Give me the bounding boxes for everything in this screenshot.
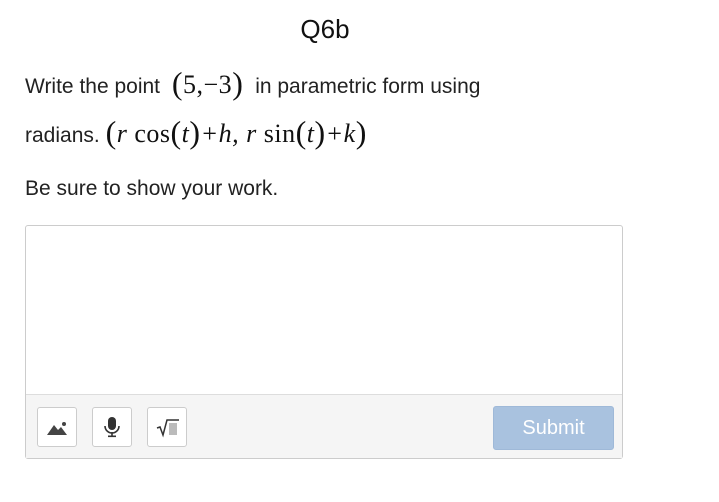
question-line-2: radians. (r cos(t)+h, r sin(t)+k): [25, 109, 665, 158]
question-suffix: in parametric form using: [255, 75, 481, 98]
formula-plus-k: +k: [325, 119, 356, 148]
record-audio-button[interactable]: [92, 407, 132, 447]
answer-input[interactable]: [26, 226, 622, 394]
answer-box: Submit: [25, 225, 623, 459]
formula-sin: sin: [263, 119, 296, 148]
point-value: 5,−3: [183, 70, 233, 99]
question-prefix: Write the point: [25, 75, 161, 98]
question-radians: radians.: [25, 124, 100, 147]
insert-image-button[interactable]: [37, 407, 77, 447]
instruction-note: Be sure to show your work.: [25, 177, 279, 200]
submit-button[interactable]: Submit: [493, 406, 614, 450]
square-root-icon: [156, 419, 179, 438]
formula-r: r: [116, 119, 128, 148]
parametric-formula: (r cos(t)+h, r sin(t)+k): [105, 114, 367, 150]
image-icon: [47, 422, 67, 435]
question-line-1: Write the point (5,−3) in parametric for…: [25, 60, 665, 109]
question-text: Write the point (5,−3) in parametric for…: [25, 60, 665, 158]
formula-cos: cos: [134, 119, 171, 148]
insert-math-button[interactable]: [147, 407, 187, 447]
microphone-icon: [104, 417, 120, 438]
formula-t: t: [181, 119, 190, 148]
formula-t: t: [306, 119, 315, 148]
answer-toolbar: Submit: [26, 394, 622, 458]
page-title: Q6b: [300, 14, 350, 44]
formula-plus-h: +h,: [200, 119, 247, 148]
formula-r: r: [246, 119, 257, 148]
point-math: (5,−3): [171, 65, 244, 101]
